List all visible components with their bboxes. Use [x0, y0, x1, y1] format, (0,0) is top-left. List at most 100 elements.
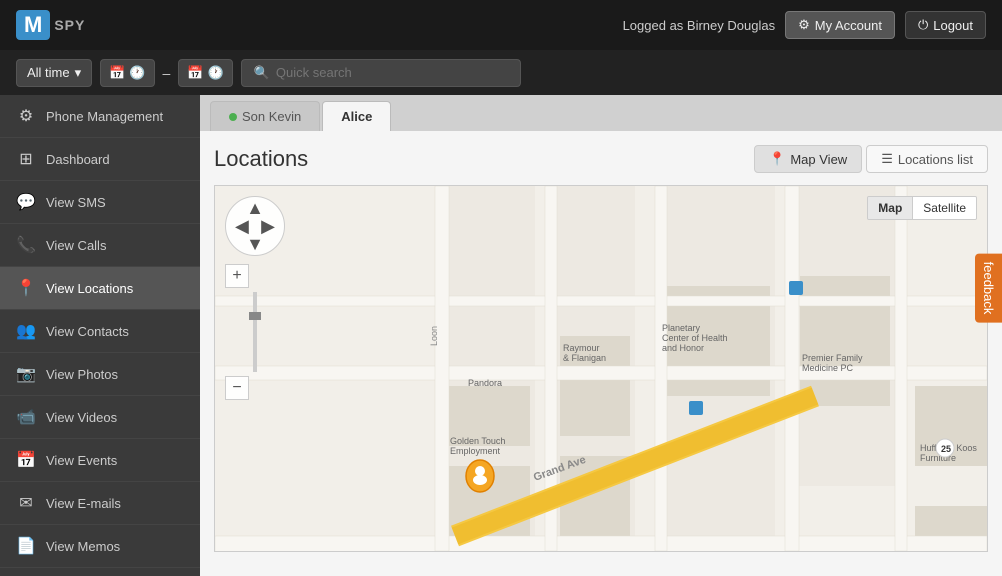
chevron-down-icon: ▾: [75, 65, 82, 81]
page-header: Locations 📍 Map View ☰ Locations list: [214, 145, 988, 173]
sidebar-label: View Calls: [46, 238, 106, 253]
start-date-input[interactable]: 📅 🕐: [100, 59, 154, 87]
location-icon: 📍: [16, 278, 36, 298]
list-view-label: Locations list: [898, 152, 973, 167]
feedback-tab[interactable]: feedback: [975, 254, 1002, 323]
tab-label: Alice: [341, 109, 372, 124]
end-date-input[interactable]: 📅 🕐: [178, 59, 232, 87]
sidebar-label: View Contacts: [46, 324, 129, 339]
search-icon: 🔍: [254, 65, 270, 81]
svg-text:Premier Family: Premier Family: [802, 353, 863, 363]
content-area: Son Kevin Alice Locations 📍 Map View ☰ L…: [200, 95, 1002, 576]
sidebar-item-dashboard[interactable]: ⊞ Dashboard: [0, 138, 200, 181]
zoom-out-button[interactable]: −: [225, 376, 249, 400]
logo-m: M: [16, 10, 50, 40]
sidebar-item-view-calls[interactable]: 📞 View Calls: [0, 224, 200, 267]
sidebar-item-view-events[interactable]: 📅 View Events: [0, 439, 200, 482]
logo: M SPY: [16, 10, 85, 40]
svg-text:25: 25: [941, 444, 951, 454]
gear-icon: ⚙: [798, 17, 810, 33]
logged-as-label: Logged as Birney Douglas: [623, 18, 776, 33]
time-range-label: All time: [27, 65, 70, 80]
sidebar-item-phone-management[interactable]: ⚙ Phone Management: [0, 95, 200, 138]
header-right: Logged as Birney Douglas ⚙ My Account ⏻ …: [623, 11, 986, 39]
tab-alice[interactable]: Alice: [322, 101, 391, 131]
time-range-select[interactable]: All time ▾: [16, 59, 92, 87]
logo-spy: SPY: [54, 17, 85, 33]
nav-circle[interactable]: ▲ ◀▶ ▼: [225, 196, 285, 256]
map-view-button[interactable]: 📍 Map View: [754, 145, 862, 173]
sidebar-item-view-emails[interactable]: ✉ View E-mails: [0, 482, 200, 525]
list-view-button[interactable]: ☰ Locations list: [866, 145, 988, 173]
sidebar-item-view-locations[interactable]: 📍 View Locations: [0, 267, 200, 310]
sidebar-label: View Locations: [46, 281, 133, 296]
map-view-label: Map View: [790, 152, 847, 167]
zoom-controls: + −: [225, 264, 285, 400]
main-layout: ⚙ Phone Management ⊞ Dashboard 💬 View SM…: [0, 95, 1002, 576]
active-dot: [229, 113, 237, 121]
video-icon: 📹: [16, 407, 36, 427]
sidebar-item-view-memos[interactable]: 📄 View Memos: [0, 525, 200, 568]
zoom-handle[interactable]: [249, 312, 261, 320]
calendar-icon: 📅: [187, 65, 203, 81]
toolbar: All time ▾ 📅 🕐 – 📅 🕐 🔍: [0, 50, 1002, 95]
calendar-icon: 📅: [16, 450, 36, 470]
sidebar-label: Dashboard: [46, 152, 110, 167]
search-input[interactable]: [276, 65, 508, 80]
map-navigation-controls: ▲ ◀▶ ▼ + −: [225, 196, 285, 400]
sidebar-label: View SMS: [46, 195, 106, 210]
grid-icon: ⊞: [16, 149, 36, 169]
power-icon: ⏻: [918, 17, 928, 33]
svg-text:and Honor: and Honor: [662, 343, 704, 353]
map-type-map-button[interactable]: Map: [868, 197, 912, 219]
svg-text:& Flanigan: & Flanigan: [563, 353, 606, 363]
svg-text:Employment: Employment: [450, 446, 501, 456]
clock-icon: 🕐: [208, 65, 224, 81]
sidebar-label: View E-mails: [46, 496, 121, 511]
sidebar-item-view-sms[interactable]: 💬 View SMS: [0, 181, 200, 224]
quick-search-box[interactable]: 🔍: [241, 59, 521, 87]
calendar-icon: 📅: [109, 65, 125, 81]
map-svg: Grand Ave Queens Blvd 53rd Ave Golden To…: [215, 186, 987, 551]
logout-label: Logout: [933, 18, 973, 33]
map-type-satellite-button[interactable]: Satellite: [913, 197, 976, 219]
tab-son-kevin[interactable]: Son Kevin: [210, 101, 320, 131]
sidebar-item-view-photos[interactable]: 📷 View Photos: [0, 353, 200, 396]
email-icon: ✉: [16, 493, 36, 513]
svg-text:Center of Health: Center of Health: [662, 333, 728, 343]
sidebar-label: View Memos: [46, 539, 120, 554]
sidebar-label: Phone Management: [46, 109, 163, 124]
clock-icon: 🕐: [129, 65, 145, 81]
sidebar-item-view-contacts[interactable]: 👥 View Contacts: [0, 310, 200, 353]
logout-button[interactable]: ⏻ Logout: [905, 11, 986, 39]
view-toggle: 📍 Map View ☰ Locations list: [754, 145, 988, 173]
map-container[interactable]: Grand Ave Queens Blvd 53rd Ave Golden To…: [214, 185, 988, 552]
map-pin-icon: 📍: [769, 151, 785, 167]
tab-label: Son Kevin: [242, 109, 301, 124]
sidebar-label: View Photos: [46, 367, 118, 382]
page-title: Locations: [214, 146, 308, 172]
zoom-in-button[interactable]: +: [225, 264, 249, 288]
gear-icon: ⚙: [16, 106, 36, 126]
svg-text:Golden Touch: Golden Touch: [450, 436, 505, 446]
svg-text:Raymour: Raymour: [563, 343, 600, 353]
list-icon: ☰: [881, 151, 893, 167]
date-separator: –: [163, 65, 171, 81]
svg-text:Planetary: Planetary: [662, 323, 701, 333]
map-type-controls: Map Satellite: [867, 196, 977, 220]
my-account-button[interactable]: ⚙ My Account: [785, 11, 895, 39]
sms-icon: 💬: [16, 192, 36, 212]
sidebar: ⚙ Phone Management ⊞ Dashboard 💬 View SM…: [0, 95, 200, 576]
memo-icon: 📄: [16, 536, 36, 556]
sidebar-label: View Events: [46, 453, 117, 468]
zoom-slider[interactable]: [253, 292, 257, 372]
sidebar-item-view-videos[interactable]: 📹 View Videos: [0, 396, 200, 439]
svg-text:Medicine PC: Medicine PC: [802, 363, 854, 373]
svg-text:Pandora: Pandora: [468, 378, 502, 388]
svg-text:Loon: Loon: [429, 326, 439, 346]
phone-icon: 📞: [16, 235, 36, 255]
camera-icon: 📷: [16, 364, 36, 384]
contacts-icon: 👥: [16, 321, 36, 341]
header: M SPY Logged as Birney Douglas ⚙ My Acco…: [0, 0, 1002, 50]
sidebar-label: View Videos: [46, 410, 117, 425]
